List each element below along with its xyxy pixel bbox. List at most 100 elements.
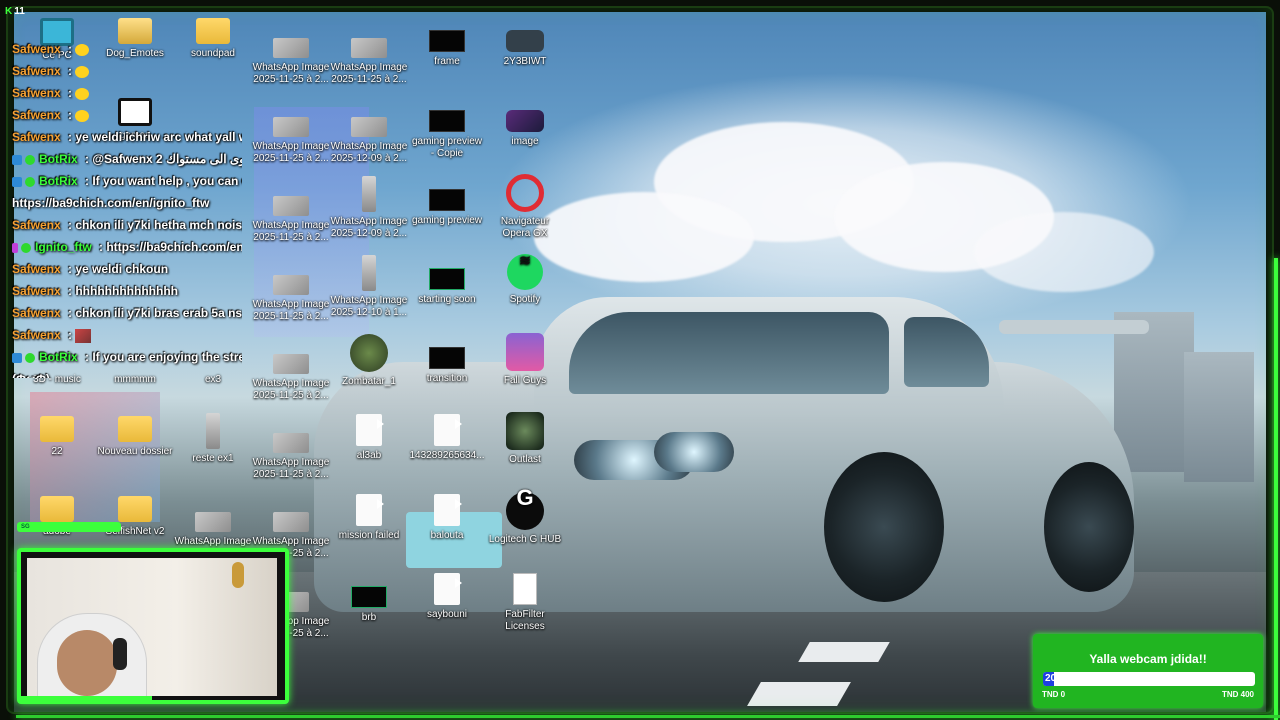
desktop-icon-label: gaming preview <box>411 215 483 226</box>
chat-text: : chkon ili y7ki bras erab 5a nsm <box>64 306 242 320</box>
desktop-icon[interactable]: WhatsApp Image 2025-11-25 à 2... <box>252 354 330 402</box>
desktop-icon[interactable]: G Logitech G HUB <box>486 487 564 546</box>
desktop-icon-label: 2Y3BIWT <box>503 56 547 67</box>
desktop-icon[interactable]: saybouni <box>408 573 486 621</box>
image-thumbnail-icon <box>351 117 387 137</box>
desktop-icon[interactable]: WhatsApp Image 2025-11-25 à 2... <box>252 433 330 481</box>
chat-message: Safwenx : hhhhhhhhhhhhhh <box>12 280 242 302</box>
goal-max-label: TND 400 <box>1221 690 1254 699</box>
desktop-icon[interactable]: frame <box>408 30 486 68</box>
desktop-icon[interactable]: gaming preview <box>408 189 486 227</box>
desktop-icon[interactable]: 22 <box>18 416 96 458</box>
media-file-icon <box>356 494 382 526</box>
verified-check-icon <box>25 176 35 187</box>
chat-username[interactable]: BotRix <box>39 152 78 166</box>
desktop-icon-label: WhatsApp Image 2025-11-25 à 2... <box>252 378 330 401</box>
webcam-feed <box>27 558 277 696</box>
chat-username[interactable]: Safwenx <box>12 262 61 276</box>
desktop-icon[interactable]: brb <box>330 586 408 624</box>
chat-username[interactable]: Safwenx <box>12 130 61 144</box>
desktop-icon[interactable]: WhatsApp Image 2025-11-25 à 2... <box>252 38 330 86</box>
desktop-icon[interactable]: Nouveau dossier <box>96 416 174 458</box>
chat-username[interactable]: Safwenx <box>12 284 61 298</box>
desktop-icon[interactable]: WhatsApp Image 2025-12-10 à 1... <box>330 255 408 319</box>
desktop-icon[interactable]: Navigateur Opera GX <box>486 174 564 240</box>
media-file-icon <box>434 494 460 526</box>
video-thumbnail-icon <box>351 586 387 608</box>
chat-message: Safwenx : <box>12 60 242 82</box>
chat-text: : <box>64 86 76 100</box>
desktop-icon-label: saybouni <box>426 609 468 620</box>
opera-gx-icon <box>506 174 544 212</box>
desktop-icon[interactable]: mission failed <box>330 494 408 542</box>
desktop-icon-label: WhatsApp Image 2025-11-25 à 2... <box>330 62 408 85</box>
desktop-icon[interactable]: starting soon <box>408 268 486 306</box>
media-file-icon <box>434 414 460 446</box>
desktop-icon[interactable]: image <box>486 110 564 148</box>
desktop-icon[interactable]: Outlast <box>486 412 564 466</box>
desktop-icon[interactable]: WhatsApp Image 2025-12-09 à 2... <box>330 117 408 165</box>
desktop-icon-label: WhatsApp Image 2025-12-09 à 2... <box>330 216 408 239</box>
desktop-icon[interactable]: balouta <box>408 494 486 542</box>
desktop-icon-label: Outlast <box>509 454 541 465</box>
desktop-icon[interactable]: 2Y3BIWT <box>486 30 564 68</box>
desktop-icon[interactable]: 143289265634... <box>408 414 486 462</box>
desktop-icon-label: image <box>511 136 539 147</box>
desktop-icon[interactable]: al3ab <box>330 414 408 462</box>
chat-username[interactable]: Safwenx <box>12 328 61 342</box>
desktop-icon[interactable]: WhatsApp Image 2025-11-25 à 2... <box>330 38 408 86</box>
chat-username[interactable]: Safwenx <box>12 108 61 122</box>
desktop-icon[interactable]: transition <box>408 347 486 385</box>
desktop-icon-label: Fall Guys <box>503 375 547 386</box>
video-thumbnail-icon <box>429 110 465 132</box>
chat-username[interactable]: Safwenx <box>12 306 61 320</box>
chat-username[interactable]: BotRix <box>39 174 78 188</box>
desktop-icon[interactable]: WhatsApp Image 2025-11-25 à 2... <box>252 117 330 165</box>
chat-text: : ye weldi ichriw arc what yall wa <box>64 130 242 144</box>
desktop-icon[interactable]: Zombatar_1 <box>330 334 408 388</box>
desktop-icon[interactable]: FabFilter Licenses <box>486 573 564 633</box>
chat-text: https://ba9chich.com/en/ignito_ftw <box>12 196 210 210</box>
webcam-underline <box>20 696 152 700</box>
kick-logo-icon: K <box>5 6 13 17</box>
chat-message: https://ba9chich.com/en/ignito_ftw <box>12 192 242 214</box>
chat-username[interactable]: Safwenx <box>12 42 61 56</box>
desktop-icon[interactable]: gaming preview - Copie <box>408 110 486 160</box>
chat-username[interactable]: Safwenx <box>12 64 61 78</box>
desktop-icon[interactable]: WhatsApp Image 2025-12-09 à 2... <box>330 176 408 240</box>
desktop-icon[interactable]: WhatsApp Image 2025-11-25 à 2... <box>252 275 330 323</box>
chat-text: : If you want help , you can do <box>81 174 242 188</box>
desktop-icon[interactable]: ≋ Spotify <box>486 253 564 306</box>
chat-username[interactable]: Safwenx <box>12 86 61 100</box>
chat-text: : ye weldi chkoun <box>64 262 169 276</box>
desktop-icon[interactable]: WhatsApp Image 2025-11-25 à 2... <box>252 196 330 244</box>
video-thumbnail-icon <box>429 268 465 290</box>
desktop-icon[interactable]: Fall Guys <box>486 333 564 387</box>
chat-text: : If you are enjoying the strea <box>81 350 242 364</box>
chat-text: (ΦωΦ) <box>12 372 50 378</box>
image-thumbnail-icon <box>273 38 309 58</box>
chat-message: (ΦωΦ) <box>12 368 242 378</box>
desktop-icon-label: WhatsApp Image 2025-11-25 à 2... <box>252 457 330 480</box>
desktop-icon-label: starting soon <box>418 294 476 305</box>
chat-username[interactable]: BotRix <box>39 350 78 364</box>
chat-message: Safwenx : ye weldi ichriw arc what yall … <box>12 126 242 148</box>
desktop-icon-label: 143289265634... <box>409 450 485 461</box>
chat-message: Safwenx : <box>12 104 242 126</box>
desktop-icon[interactable]: WhatsApp Image <box>174 512 252 548</box>
logitech-icon: G <box>506 487 544 530</box>
desktop-icon-label: Navigateur Opera GX <box>500 216 550 239</box>
goal-title: Yalla webcam jdida!! <box>1089 652 1207 666</box>
chat-username[interactable]: Ignito_ftw <box>35 240 92 254</box>
image-thumbnail-icon <box>273 512 309 532</box>
chat-username[interactable]: Safwenx <box>12 218 61 232</box>
desktop-icon[interactable]: reste ex1 <box>174 413 252 465</box>
chat-message: Safwenx : chkon ili y7ki bras erab 5a ns… <box>12 302 242 324</box>
desktop-icon-label: Nouveau dossier <box>97 446 173 457</box>
image-thumbnail-icon <box>273 354 309 374</box>
media-file-icon <box>356 414 382 446</box>
desktop-icon-label: WhatsApp Image 2025-11-25 à 2... <box>252 299 330 322</box>
desktop-icon-label: WhatsApp Image 2025-12-10 à 1... <box>330 295 408 318</box>
folder-icon <box>118 416 152 442</box>
chat-message: Safwenx : <box>12 82 242 104</box>
